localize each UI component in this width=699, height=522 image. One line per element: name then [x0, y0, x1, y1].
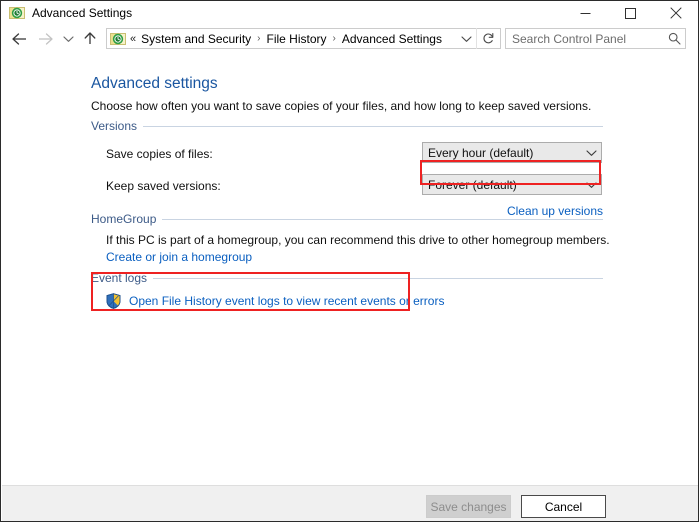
cancel-button[interactable]: Cancel	[521, 495, 606, 518]
event-logs-group-label: Event logs	[91, 271, 148, 285]
chevron-down-icon[interactable]	[582, 175, 601, 194]
window-title: Advanced Settings	[32, 6, 133, 20]
homegroup-description: If this PC is part of a homegroup, you c…	[106, 233, 610, 247]
save-changes-button: Save changes	[426, 495, 511, 518]
event-logs-group: Event logs Open File History event logs …	[91, 271, 603, 309]
breadcrumb-item-system-and-security[interactable]: System and Security	[140, 32, 252, 46]
breadcrumb-separator-icon: ›	[332, 33, 336, 44]
forward-arrow-icon	[33, 27, 57, 51]
save-copies-label: Save copies of files:	[106, 147, 213, 161]
save-copies-row: Save copies of files: Every hour (defaul…	[91, 141, 603, 169]
window-controls	[563, 1, 698, 25]
homegroup-group: HomeGroup If this PC is part of a homegr…	[91, 212, 610, 264]
homegroup-group-label: HomeGroup	[91, 212, 157, 226]
event-logs-link-row[interactable]: Open File History event logs to view rec…	[106, 293, 603, 309]
up-arrow-icon[interactable]	[79, 27, 101, 51]
versions-group: Versions Save copies of files: Every hou…	[91, 119, 603, 222]
footer-bar: Save changes Cancel	[2, 485, 698, 521]
minimize-icon[interactable]	[563, 1, 608, 25]
breadcrumb-item-advanced-settings[interactable]: Advanced Settings	[341, 32, 443, 46]
group-divider	[143, 125, 603, 127]
back-arrow-icon[interactable]	[7, 27, 31, 51]
versions-group-header: Versions	[91, 119, 603, 133]
keep-versions-row: Keep saved versions: Forever (default)	[91, 173, 603, 201]
breadcrumb-item-file-history[interactable]: File History	[266, 32, 328, 46]
open-event-logs-link[interactable]: Open File History event logs to view rec…	[129, 294, 444, 308]
search-icon[interactable]	[663, 29, 685, 48]
search-box[interactable]	[505, 28, 686, 49]
page-title: Advanced settings	[91, 75, 218, 92]
file-history-icon	[9, 5, 25, 21]
keep-versions-dropdown[interactable]: Forever (default)	[422, 174, 602, 195]
keep-versions-label: Keep saved versions:	[106, 179, 221, 193]
breadcrumb: « System and Security › File History › A…	[130, 32, 456, 46]
chevron-down-icon[interactable]	[456, 29, 476, 48]
create-or-join-homegroup-link[interactable]: Create or join a homegroup	[106, 250, 603, 264]
group-divider	[162, 218, 603, 220]
uac-shield-icon	[106, 293, 121, 309]
search-input[interactable]	[506, 30, 663, 47]
close-icon[interactable]	[653, 1, 698, 25]
maximize-icon[interactable]	[608, 1, 653, 25]
chevron-down-icon[interactable]	[582, 143, 601, 162]
keep-versions-value: Forever (default)	[428, 177, 517, 192]
page-subtitle: Choose how often you want to save copies…	[91, 99, 592, 113]
advanced-settings-window: Advanced Settings « System and Security …	[0, 0, 699, 522]
content-area: Advanced settings Choose how often you w…	[2, 53, 698, 485]
file-history-icon	[110, 31, 126, 47]
save-copies-dropdown[interactable]: Every hour (default)	[422, 142, 602, 163]
breadcrumb-overflow-icon[interactable]: «	[130, 33, 136, 45]
homegroup-group-header: HomeGroup	[91, 212, 603, 226]
refresh-icon[interactable]	[476, 28, 500, 49]
save-copies-value: Every hour (default)	[428, 145, 534, 160]
recent-locations-chevron-icon[interactable]	[59, 27, 77, 51]
address-bar[interactable]: « System and Security › File History › A…	[106, 28, 501, 49]
breadcrumb-separator-icon: ›	[257, 33, 261, 44]
group-divider	[153, 277, 603, 279]
title-bar: Advanced Settings	[1, 1, 698, 25]
navigation-bar: « System and Security › File History › A…	[2, 25, 698, 52]
event-logs-group-header: Event logs	[91, 271, 603, 285]
versions-group-label: Versions	[91, 119, 138, 133]
